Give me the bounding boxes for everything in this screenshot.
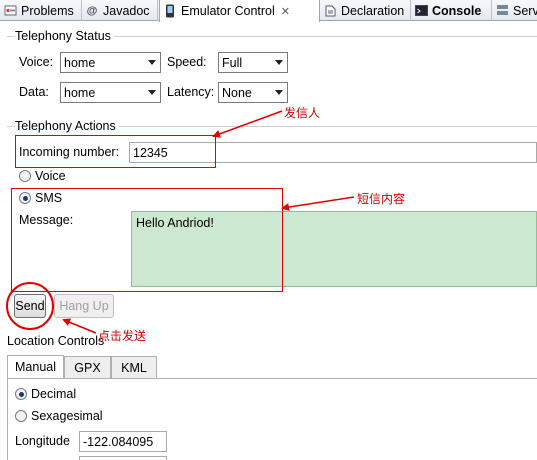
tab-problems-label: Problems xyxy=(21,3,74,18)
longitude-value: -122.084095 xyxy=(83,434,154,449)
chevron-down-icon xyxy=(275,60,283,65)
tab-console-label: Console xyxy=(432,3,482,18)
annotation-sms-content: 短信内容 xyxy=(357,192,406,206)
latency-label: Latency: xyxy=(167,85,215,99)
send-button[interactable]: Send xyxy=(14,294,46,318)
chevron-down-icon xyxy=(148,90,156,95)
console-icon xyxy=(414,4,428,18)
phone-icon xyxy=(163,4,177,18)
sexagesimal-radio-label: Sexagesimal xyxy=(31,409,103,423)
tab-kml[interactable]: KML xyxy=(111,356,157,378)
at-icon: @ xyxy=(86,4,98,17)
annotation-click-send: 点击发送 xyxy=(98,329,147,343)
speed-select-value: Full xyxy=(222,55,243,70)
decimal-radio-label: Decimal xyxy=(31,387,77,401)
data-select[interactable]: home xyxy=(60,82,161,103)
longitude-label: Longitude xyxy=(15,434,70,448)
tab-emulator-control[interactable]: Emulator Control ✕ xyxy=(159,0,320,22)
tab-emulator-control-label: Emulator Control xyxy=(181,4,275,18)
hang-up-button[interactable]: Hang Up xyxy=(54,294,114,318)
data-select-value: home xyxy=(64,85,96,100)
telephony-actions-title: Telephony Actions xyxy=(15,119,119,133)
longitude-input[interactable]: -122.084095 xyxy=(79,431,167,452)
speed-label: Speed: xyxy=(167,55,207,69)
voice-select[interactable]: home xyxy=(60,52,161,73)
voice-label: Voice: xyxy=(19,55,54,69)
latitude-input[interactable] xyxy=(79,456,167,460)
tab-servers[interactable]: Serv xyxy=(492,0,537,21)
data-label: Data: xyxy=(19,85,49,99)
tab-gpx[interactable]: GPX xyxy=(64,356,111,378)
annotation-sender: 发信人 xyxy=(284,106,321,120)
close-icon[interactable]: ✕ xyxy=(281,5,290,18)
voice-select-value: home xyxy=(64,55,96,70)
latency-select[interactable]: None xyxy=(218,82,288,103)
annotation-box-incoming xyxy=(15,135,216,168)
chevron-down-icon xyxy=(275,90,283,95)
tab-declaration[interactable]: Declaration xyxy=(320,0,411,21)
tab-javadoc-label: Javadoc xyxy=(103,3,150,18)
tab-declaration-label: Declaration xyxy=(341,3,405,18)
speed-select[interactable]: Full xyxy=(218,52,288,73)
chevron-down-icon xyxy=(148,60,156,65)
tab-javadoc[interactable]: @ Javadoc xyxy=(82,0,158,21)
tab-servers-label: Serv xyxy=(513,3,537,18)
voice-radio-label: Voice xyxy=(35,169,66,183)
servers-icon xyxy=(495,4,509,18)
sexagesimal-radio[interactable] xyxy=(15,410,27,422)
decimal-radio[interactable] xyxy=(15,388,27,400)
voice-radio[interactable] xyxy=(19,170,31,182)
annotation-box-message xyxy=(11,188,283,292)
latency-select-value: None xyxy=(222,85,252,100)
tab-console[interactable]: Console xyxy=(411,0,492,21)
location-controls-title: Location Controls xyxy=(7,334,105,348)
declaration-icon xyxy=(323,4,337,18)
tab-problems[interactable]: Problems xyxy=(0,0,82,21)
view-tab-bar: Problems @ Javadoc Emulator Control ✕ De… xyxy=(0,0,537,22)
telephony-status-title: Telephony Status xyxy=(15,29,114,43)
tab-manual[interactable]: Manual xyxy=(7,355,64,378)
problems-icon xyxy=(3,4,17,18)
